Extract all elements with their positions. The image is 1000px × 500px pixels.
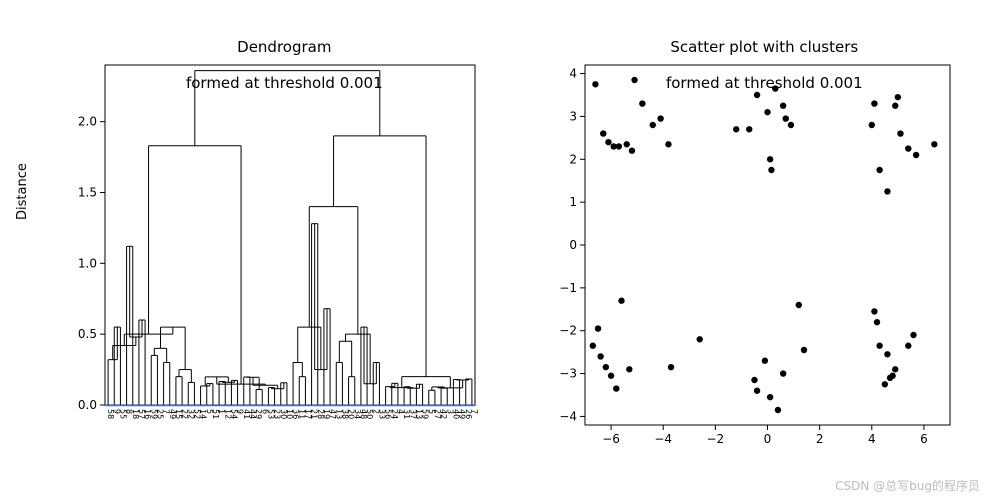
figure: Dendrogram formed at threshold 0.001 0.0…: [0, 0, 1000, 500]
scatter-panel: Scatter plot with clusters formed at thr…: [540, 20, 960, 460]
watermark: CSDN @总写bug的程序员: [835, 477, 980, 494]
dendrogram-panel: Dendrogram formed at threshold 0.001 0.0…: [60, 20, 480, 460]
svg-text:−2: −2: [707, 432, 725, 446]
svg-text:−6: −6: [602, 432, 620, 446]
svg-text:0: 0: [569, 238, 577, 252]
svg-text:−2: −2: [559, 324, 577, 338]
svg-text:−3: −3: [559, 367, 577, 381]
svg-text:4: 4: [569, 67, 577, 81]
svg-text:4: 4: [868, 432, 876, 446]
svg-text:1.0: 1.0: [78, 256, 97, 270]
svg-text:0.0: 0.0: [78, 398, 97, 412]
svg-text:6: 6: [920, 432, 928, 446]
svg-text:2: 2: [816, 432, 824, 446]
svg-text:1: 1: [569, 195, 577, 209]
svg-text:−4: −4: [559, 409, 577, 423]
svg-text:−4: −4: [654, 432, 672, 446]
svg-text:0: 0: [764, 432, 772, 446]
svg-text:7: 7: [470, 409, 479, 414]
svg-text:2.0: 2.0: [78, 115, 97, 129]
svg-text:−1: −1: [559, 281, 577, 295]
svg-text:3: 3: [569, 109, 577, 123]
svg-text:0.5: 0.5: [78, 327, 97, 341]
dendrogram-ylabel: Distance: [15, 163, 30, 220]
scatter-plot: −6 −4 −2 0 2 4 6 −4 −3 −2 −1 0 1 2 3 4: [540, 60, 960, 460]
dendrogram-title-line1: Dendrogram: [237, 38, 331, 56]
svg-text:1.5: 1.5: [78, 186, 97, 200]
scatter-title-line1: Scatter plot with clusters: [670, 38, 858, 56]
dendrogram-ylabel-text: Distance: [15, 163, 30, 220]
svg-text:2: 2: [569, 152, 577, 166]
dendrogram-plot: 0.00.51.01.52.05895581857165925749152232…: [60, 60, 480, 460]
